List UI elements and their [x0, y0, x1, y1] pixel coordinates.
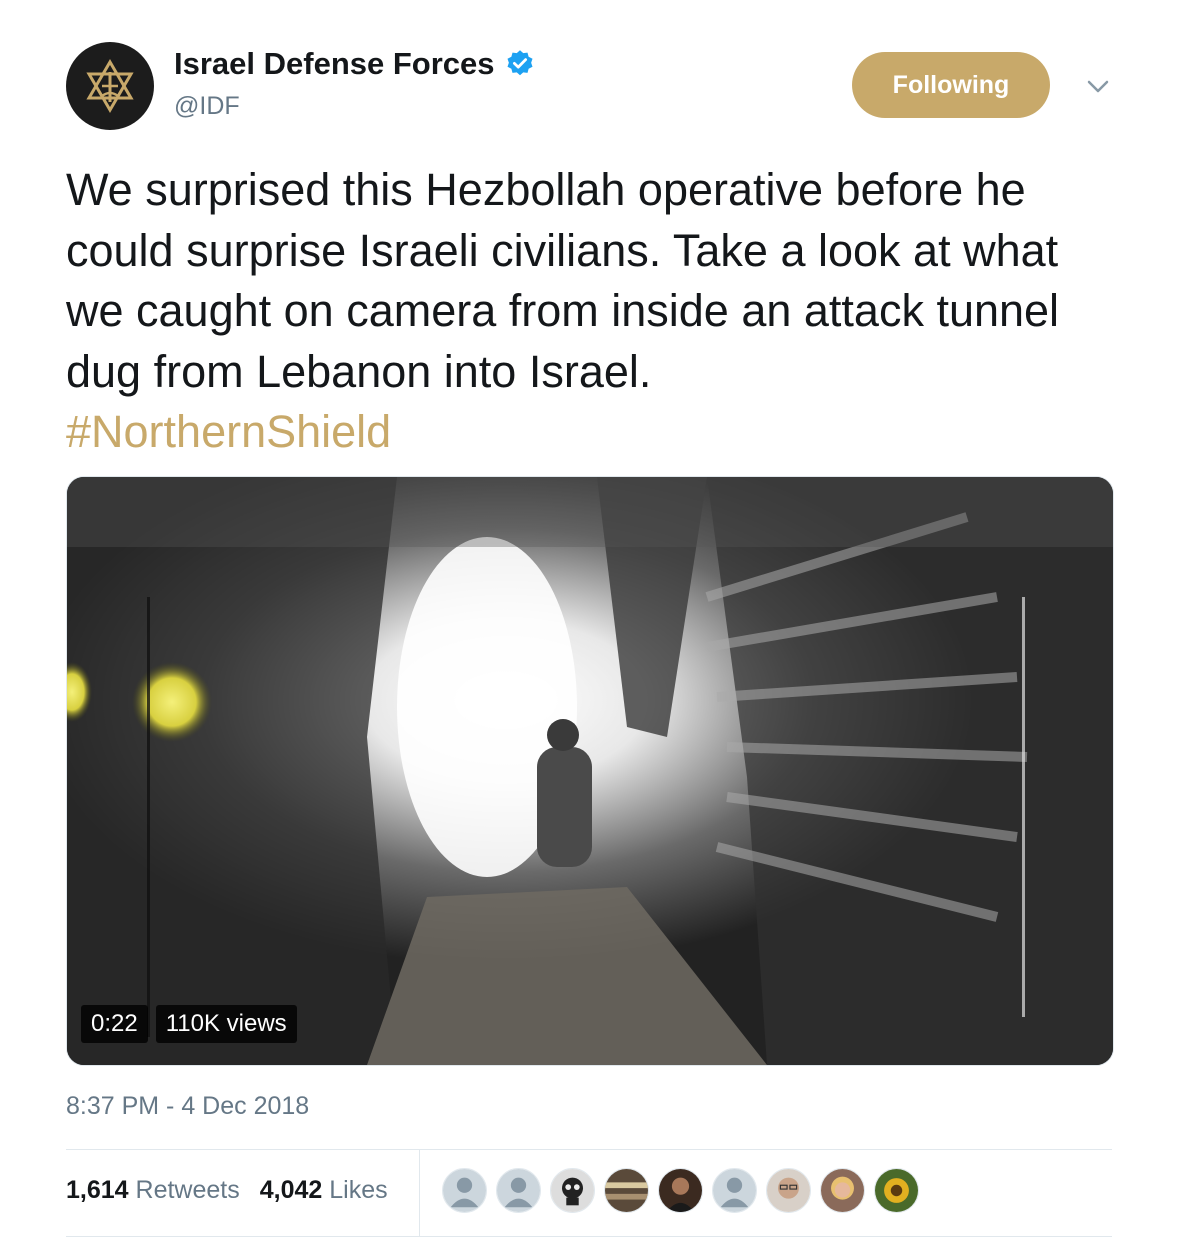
tweet-body: We surprised this Hezbollah operative be…	[66, 164, 1060, 397]
video-views: 110K views	[155, 1005, 297, 1043]
liker-avatar[interactable]	[550, 1168, 595, 1213]
liker-avatar[interactable]	[496, 1168, 541, 1213]
likes-label: Likes	[329, 1176, 388, 1204]
skull-art-avatar	[551, 1169, 594, 1212]
hashtag-link[interactable]: #NorthernShield	[66, 406, 391, 457]
man-photo-avatar	[659, 1169, 702, 1212]
tweet-timestamp[interactable]: 8:37 PM - 4 Dec 2018	[66, 1092, 309, 1121]
sunflower-photo-avatar	[875, 1169, 918, 1212]
crowd-photo-avatar	[605, 1169, 648, 1212]
avatar[interactable]	[66, 42, 154, 130]
account-name[interactable]: Israel Defense Forces	[174, 46, 495, 82]
verified-badge-icon	[507, 50, 533, 76]
stats-divider	[419, 1150, 420, 1236]
default-avatar-icon	[443, 1169, 486, 1212]
likers-list	[442, 1168, 919, 1213]
liker-avatar[interactable]	[712, 1168, 757, 1213]
engagement-stats: 1,614 Retweets 4,042 Likes	[66, 1176, 388, 1205]
video-badges: 0:22 110K views	[81, 1005, 297, 1043]
retweets-label: Retweets	[135, 1176, 240, 1204]
tweet-text: We surprised this Hezbollah operative be…	[66, 160, 1126, 463]
liker-avatar[interactable]	[442, 1168, 487, 1213]
default-avatar-icon	[713, 1169, 756, 1212]
liker-avatar[interactable]	[766, 1168, 811, 1213]
likes-stat[interactable]: 4,042 Likes	[260, 1176, 388, 1205]
woman-photo-avatar	[821, 1169, 864, 1212]
chevron-down-icon[interactable]	[1083, 74, 1113, 98]
liker-avatar[interactable]	[658, 1168, 703, 1213]
liker-avatar[interactable]	[820, 1168, 865, 1213]
video-player[interactable]: 0:22 110K views	[66, 476, 1114, 1066]
idf-emblem-icon	[86, 59, 134, 113]
video-duration: 0:22	[81, 1005, 148, 1043]
tunnel-video-frame	[67, 477, 1113, 1065]
following-button[interactable]: Following	[852, 52, 1050, 118]
default-avatar-icon	[497, 1169, 540, 1212]
man-glasses-photo-avatar	[767, 1169, 810, 1212]
liker-avatar[interactable]	[874, 1168, 919, 1213]
bottom-divider	[66, 1236, 1112, 1237]
account-name-row[interactable]: Israel Defense Forces	[174, 46, 535, 82]
account-handle[interactable]: @IDF	[174, 92, 240, 121]
divider	[66, 1149, 1112, 1150]
retweets-count: 1,614	[66, 1176, 129, 1204]
liker-avatar[interactable]	[604, 1168, 649, 1213]
likes-count: 4,042	[259, 1176, 323, 1204]
retweets-stat[interactable]: 1,614 Retweets	[66, 1176, 240, 1205]
